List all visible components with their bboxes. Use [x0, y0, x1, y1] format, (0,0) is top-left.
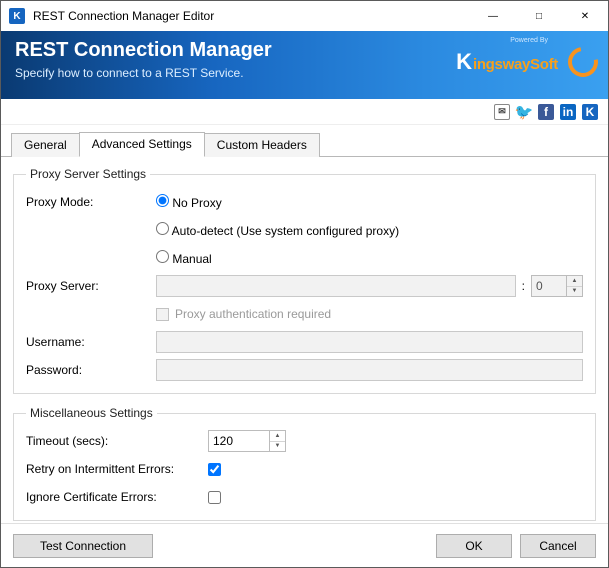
social-row: ✉ 🐦 f in K [1, 99, 608, 125]
misc-settings-group: Miscellaneous Settings Timeout (secs): ▲… [13, 406, 596, 521]
mail-icon[interactable]: ✉ [494, 104, 510, 120]
ignore-cert-checkbox[interactable] [208, 491, 221, 504]
kingswaysoft-logo: KingswaySoft [456, 49, 558, 75]
facebook-icon[interactable]: f [538, 104, 554, 120]
proxy-auth-checkbox[interactable] [156, 308, 169, 321]
c-ring-logo-icon [562, 41, 604, 83]
username-input[interactable] [156, 331, 583, 353]
close-button[interactable]: ✕ [562, 1, 608, 31]
radio-manual[interactable]: Manual [156, 250, 212, 266]
cancel-button[interactable]: Cancel [520, 534, 596, 558]
spin-up-icon[interactable]: ▲ [270, 431, 285, 442]
timeout-input[interactable] [209, 431, 269, 451]
radio-no-proxy[interactable]: No Proxy [156, 194, 222, 210]
password-input[interactable] [156, 359, 583, 381]
proxy-port-spinner[interactable]: ▲▼ [531, 275, 583, 297]
dialog-window: K REST Connection Manager Editor — □ ✕ R… [0, 0, 609, 568]
spin-down-icon[interactable]: ▼ [567, 287, 582, 297]
radio-no-proxy-input[interactable] [156, 194, 169, 207]
titlebar: K REST Connection Manager Editor — □ ✕ [1, 1, 608, 31]
banner: REST Connection Manager Specify how to c… [1, 31, 608, 99]
app-icon: K [9, 8, 25, 24]
retry-checkbox[interactable] [208, 463, 221, 476]
spin-up-icon[interactable]: ▲ [567, 276, 582, 287]
password-label: Password: [26, 363, 156, 377]
powered-by-label: Powered By [510, 37, 548, 44]
proxy-legend: Proxy Server Settings [26, 167, 150, 181]
banner-heading: REST Connection Manager [15, 39, 272, 62]
linkedin-icon[interactable]: in [560, 104, 576, 120]
proxy-auth-label: Proxy authentication required [175, 307, 331, 321]
tab-advanced-settings[interactable]: Advanced Settings [79, 132, 205, 157]
host-port-separator: : [522, 279, 525, 293]
username-label: Username: [26, 335, 156, 349]
minimize-button[interactable]: — [470, 1, 516, 31]
misc-legend: Miscellaneous Settings [26, 406, 157, 420]
radio-auto-detect-input[interactable] [156, 222, 169, 235]
ignore-cert-label: Ignore Certificate Errors: [26, 490, 208, 504]
proxy-port-input[interactable] [532, 276, 566, 296]
tab-content: Proxy Server Settings Proxy Mode: No Pro… [1, 157, 608, 523]
maximize-button[interactable]: □ [516, 1, 562, 31]
tab-custom-headers[interactable]: Custom Headers [204, 133, 320, 157]
retry-label: Retry on Intermittent Errors: [26, 462, 208, 476]
timeout-spinner[interactable]: ▲▼ [208, 430, 286, 452]
banner-logos: KingswaySoft [456, 47, 598, 77]
timeout-label: Timeout (secs): [26, 434, 208, 448]
proxy-server-settings-group: Proxy Server Settings Proxy Mode: No Pro… [13, 167, 596, 394]
proxy-server-input[interactable] [156, 275, 516, 297]
proxy-mode-label: Proxy Mode: [26, 195, 156, 209]
kingsway-icon[interactable]: K [582, 104, 598, 120]
proxy-server-label: Proxy Server: [26, 279, 156, 293]
tab-general[interactable]: General [11, 133, 80, 157]
spin-down-icon[interactable]: ▼ [270, 442, 285, 452]
banner-subheading: Specify how to connect to a REST Service… [15, 66, 272, 80]
window-title: REST Connection Manager Editor [33, 9, 214, 23]
timeout-spin-buttons[interactable]: ▲▼ [269, 431, 285, 451]
ok-button[interactable]: OK [436, 534, 512, 558]
tabstrip: General Advanced Settings Custom Headers [1, 125, 608, 157]
radio-manual-input[interactable] [156, 250, 169, 263]
proxy-port-spin-buttons[interactable]: ▲▼ [566, 276, 582, 296]
twitter-icon[interactable]: 🐦 [516, 104, 532, 120]
test-connection-button[interactable]: Test Connection [13, 534, 153, 558]
dialog-footer: Test Connection OK Cancel [1, 523, 608, 567]
radio-auto-detect[interactable]: Auto-detect (Use system configured proxy… [156, 222, 399, 238]
